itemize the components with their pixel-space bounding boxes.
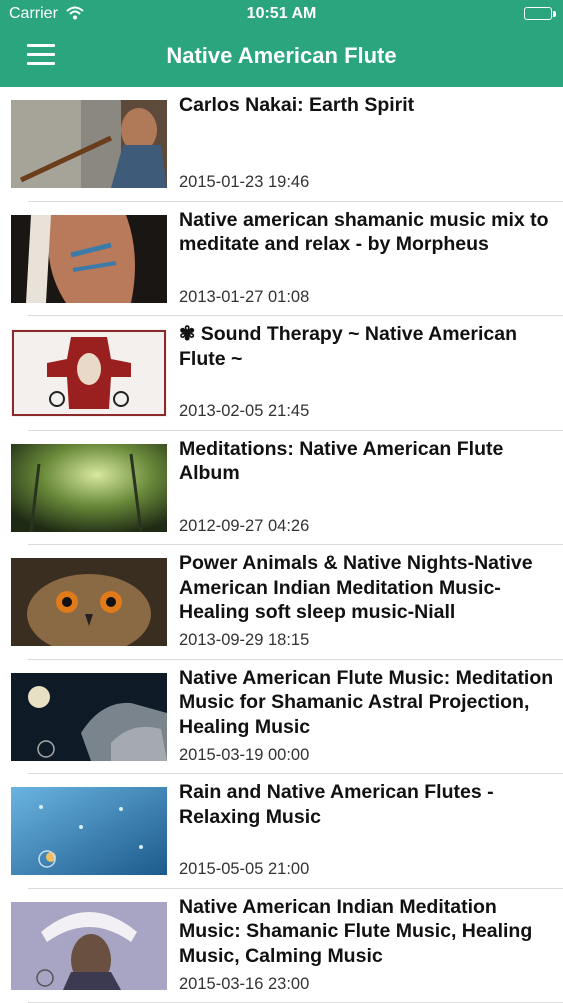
video-row-7[interactable]: Rain and Native American Flutes - Relaxi…	[0, 774, 563, 889]
video-title: Native american shamanic music mix to me…	[179, 208, 554, 257]
battery-tip-icon	[553, 11, 556, 17]
video-row-4[interactable]: Meditations: Native American Flute Album…	[0, 431, 563, 546]
video-date: 2015-03-16 23:00	[179, 975, 309, 994]
video-date: 2015-05-05 21:00	[179, 860, 309, 879]
video-date: 2013-01-27 01:08	[179, 288, 309, 307]
video-date: 2013-02-05 21:45	[179, 402, 309, 421]
video-date: 2013-09-29 18:15	[179, 631, 309, 650]
video-title: Native American Indian Meditation Music:…	[179, 895, 554, 969]
video-title: Power Animals & Native Nights-Native Ame…	[179, 551, 554, 625]
video-row-8[interactable]: Native American Indian Meditation Music:…	[0, 889, 563, 1003]
navigation-bar: Carrier 10:51 AM Native American Flute	[0, 0, 563, 87]
video-thumbnail-5	[11, 558, 167, 646]
video-title: Native American Flute Music: Meditation …	[179, 666, 554, 740]
video-title: Rain and Native American Flutes - Relaxi…	[179, 780, 554, 829]
video-row-3[interactable]: ✾ Sound Therapy ~ Native American Flute …	[0, 316, 563, 431]
video-thumbnail-2	[11, 215, 167, 303]
video-list: Carlos Nakai: Earth Spirit 2015-01-23 19…	[0, 87, 563, 1003]
video-title: ✾ Sound Therapy ~ Native American Flute …	[179, 322, 554, 371]
video-row-2[interactable]: Native american shamanic music mix to me…	[0, 202, 563, 317]
video-thumbnail-3	[11, 329, 167, 417]
video-row-1[interactable]: Carlos Nakai: Earth Spirit 2015-01-23 19…	[0, 87, 563, 202]
video-thumbnail-6	[11, 673, 167, 761]
video-title: Carlos Nakai: Earth Spirit	[179, 93, 554, 118]
video-thumbnail-7	[11, 787, 167, 875]
video-thumbnail-4	[11, 444, 167, 532]
video-title: Meditations: Native American Flute Album	[179, 437, 554, 486]
video-date: 2015-01-23 19:46	[179, 173, 309, 192]
status-bar: Carrier 10:51 AM	[0, 0, 563, 28]
video-row-5[interactable]: Power Animals & Native Nights-Native Ame…	[0, 545, 563, 660]
video-row-6[interactable]: Native American Flute Music: Meditation …	[0, 660, 563, 775]
battery-icon	[524, 7, 552, 20]
video-thumbnail-8	[11, 902, 167, 990]
clock-label: 10:51 AM	[0, 5, 563, 23]
page-title: Native American Flute	[0, 43, 563, 69]
video-date: 2012-09-27 04:26	[179, 517, 309, 536]
video-date: 2015-03-19 00:00	[179, 746, 309, 765]
video-thumbnail-1	[11, 100, 167, 188]
